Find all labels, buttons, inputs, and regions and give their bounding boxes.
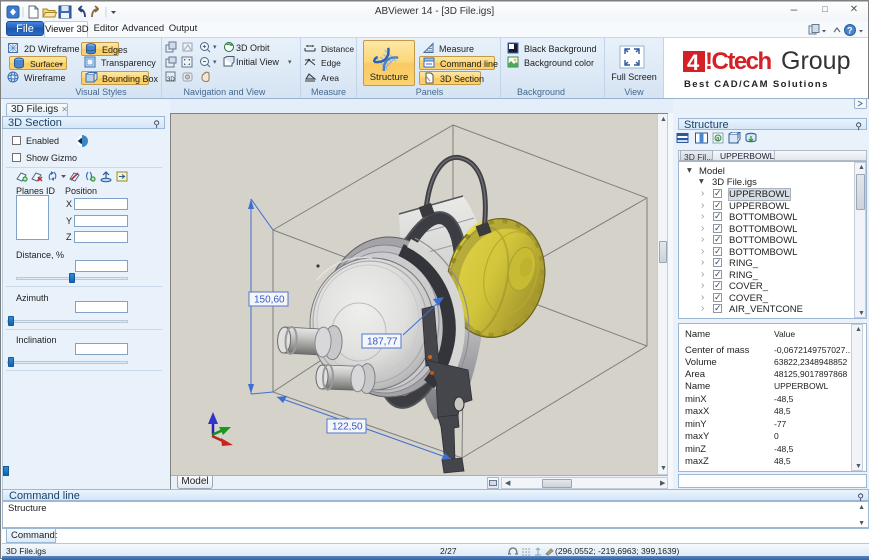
svg-text:187,77: 187,77 [367,337,398,348]
svg-text:150,60: 150,60 [254,295,285,306]
svg-text:3D: 3D [167,77,175,83]
svg-text:122,50: 122,50 [332,422,363,433]
svg-text:?: ? [847,26,853,36]
